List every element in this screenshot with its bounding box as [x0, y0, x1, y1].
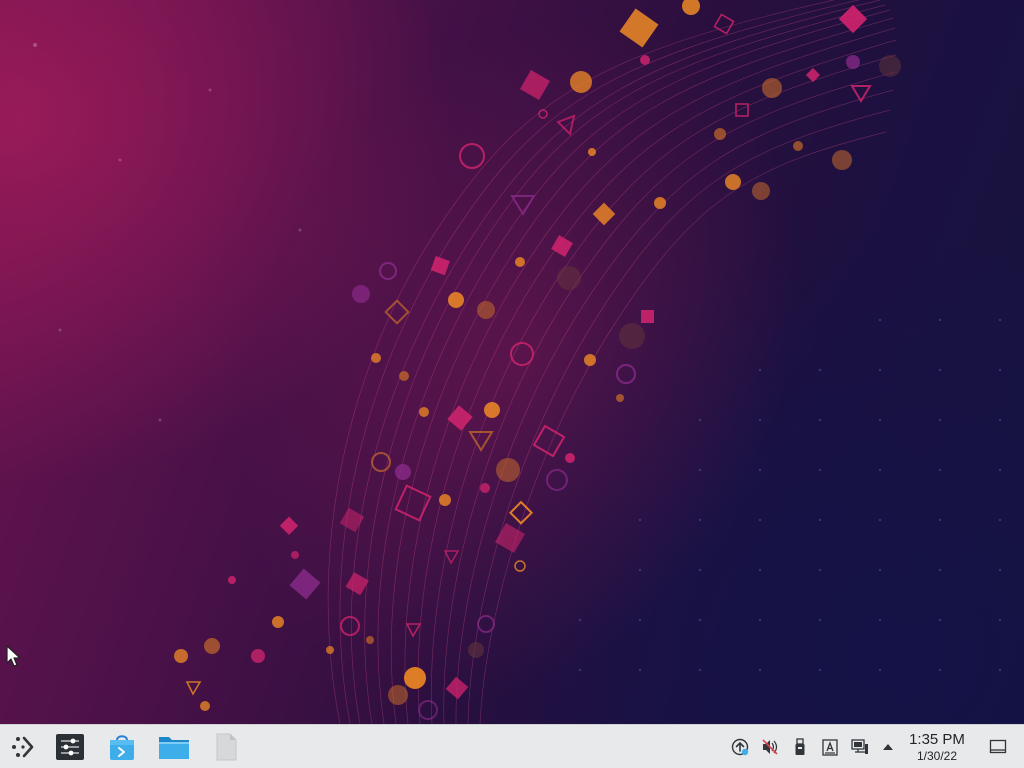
network-tray-icon[interactable] — [850, 737, 870, 757]
wallpaper-art — [33, 0, 1002, 724]
show-desktop-button[interactable] — [988, 737, 1008, 757]
chevron-up-icon — [883, 744, 893, 750]
system-settings-button[interactable] — [50, 729, 90, 765]
file-manager-button[interactable] — [154, 729, 194, 765]
wired-network-icon — [851, 739, 868, 754]
devices-tray-icon[interactable] — [790, 737, 810, 757]
settings-sliders-icon — [56, 734, 84, 760]
volume-tray-icon[interactable] — [760, 737, 780, 757]
mouse-cursor-icon — [6, 645, 21, 667]
clipboard-tray-icon[interactable] — [820, 737, 840, 757]
software-store-bag-icon — [110, 735, 134, 760]
updates-tray-icon[interactable] — [730, 737, 750, 757]
speaker-muted-icon — [762, 739, 778, 755]
application-launcher-button[interactable] — [2, 729, 42, 765]
blank-document-icon — [216, 733, 237, 761]
folder-icon — [159, 737, 189, 759]
update-arrow-icon — [731, 738, 749, 756]
show-hidden-tray-button[interactable] — [878, 737, 898, 757]
discover-button[interactable] — [102, 729, 142, 765]
kde-launcher-icon — [12, 736, 34, 758]
clipboard-icon — [822, 739, 838, 756]
clock-time: 1:35 PM — [909, 731, 965, 748]
show-desktop-icon — [989, 739, 1007, 754]
document-button[interactable] — [206, 729, 246, 765]
digital-clock[interactable]: 1:35 PM 1/30/22 — [896, 731, 978, 764]
usb-drive-icon — [795, 738, 805, 755]
clock-date: 1/30/22 — [916, 749, 958, 763]
taskbar: 1:35 PM 1/30/22 — [0, 724, 1024, 768]
desktop-wallpaper[interactable] — [0, 0, 1024, 724]
